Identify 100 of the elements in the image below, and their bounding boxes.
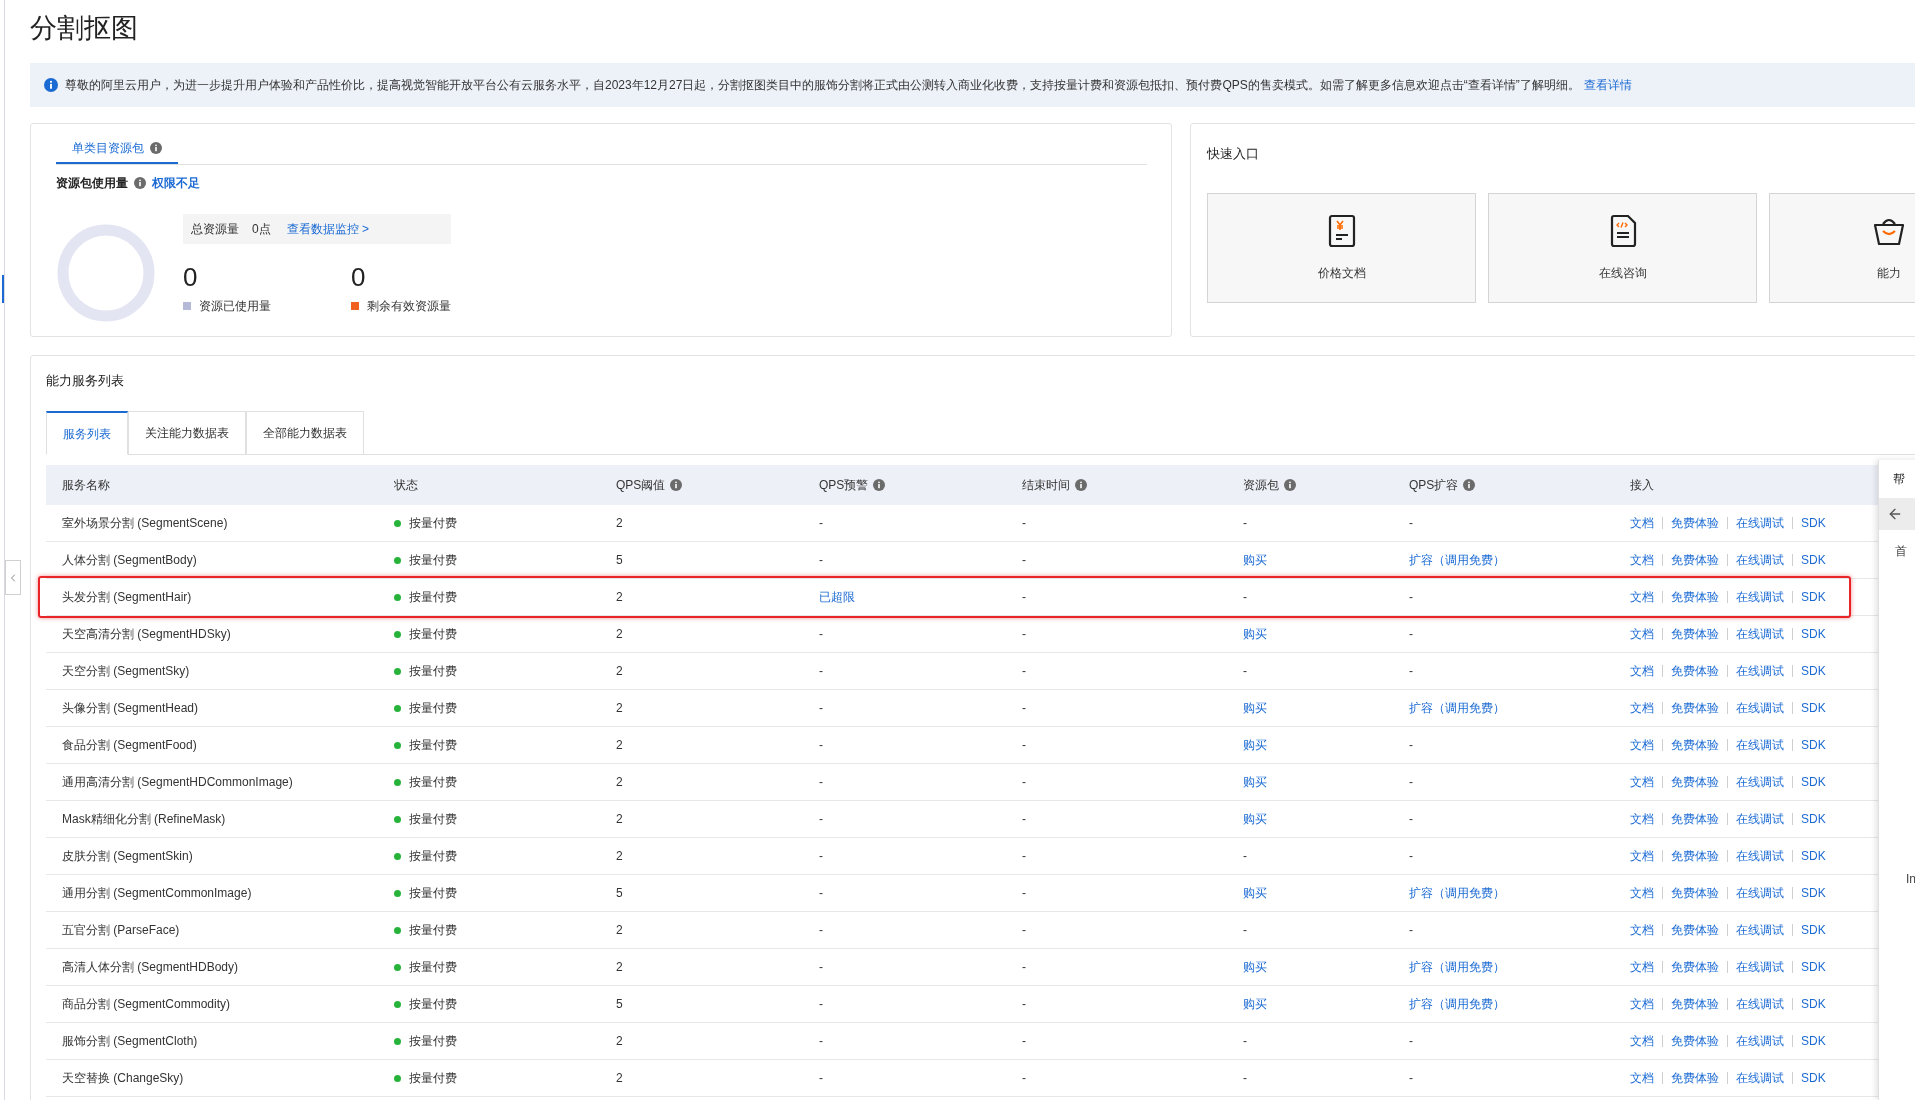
qps-expand-link[interactable]: 扩容（调用免费） [1409, 701, 1505, 715]
access-link[interactable]: 在线调试 [1727, 887, 1784, 899]
access-link[interactable]: SDK [1792, 813, 1826, 825]
access-link[interactable]: 文档 [1630, 554, 1654, 566]
access-link[interactable]: SDK [1792, 517, 1826, 529]
list-tab[interactable]: 服务列表 [46, 411, 128, 455]
access-link[interactable]: 在线调试 [1727, 961, 1784, 973]
access-link[interactable]: 文档 [1630, 739, 1654, 751]
monitor-link[interactable]: 查看数据监控 > [286, 220, 370, 238]
access-link[interactable]: SDK [1792, 850, 1826, 862]
access-link[interactable]: 文档 [1630, 813, 1654, 825]
access-link[interactable]: 免费体验 [1662, 776, 1719, 788]
qps-expand-link[interactable]: 扩容（调用免费） [1409, 553, 1505, 567]
access-link[interactable]: 在线调试 [1727, 813, 1784, 825]
access-link[interactable]: 在线调试 [1727, 665, 1784, 677]
access-link[interactable]: 免费体验 [1662, 665, 1719, 677]
help-home-link[interactable]: 首 [1879, 542, 1915, 560]
back-arrow-icon[interactable] [1887, 506, 1903, 522]
access-link[interactable]: SDK [1792, 1035, 1826, 1047]
access-link[interactable]: 免费体验 [1662, 1072, 1719, 1084]
access-link[interactable]: 免费体验 [1662, 961, 1719, 973]
access-link[interactable]: 在线调试 [1727, 850, 1784, 862]
access-link[interactable]: 文档 [1630, 924, 1654, 936]
access-link[interactable]: 文档 [1630, 628, 1654, 640]
access-link[interactable]: SDK [1792, 961, 1826, 973]
access-link[interactable]: 在线调试 [1727, 1035, 1784, 1047]
access-link[interactable]: SDK [1792, 554, 1826, 566]
access-link[interactable]: 在线调试 [1727, 628, 1784, 640]
resource-package: - [1243, 590, 1247, 604]
access-link[interactable]: 在线调试 [1727, 998, 1784, 1010]
quick-entry-tile[interactable]: 能力 [1769, 192, 1915, 303]
resource-package-link[interactable]: 购买 [1243, 812, 1267, 826]
access-link[interactable]: 在线调试 [1727, 554, 1784, 566]
access-link[interactable]: 免费体验 [1662, 887, 1719, 899]
access-link[interactable]: 免费体验 [1662, 554, 1719, 566]
qps-warning: - [819, 960, 823, 974]
resource-package: - [1243, 1071, 1247, 1085]
access-link[interactable]: 文档 [1630, 665, 1654, 677]
access-link[interactable]: 文档 [1630, 887, 1654, 899]
quick-entry-tile[interactable]: 价格文档 [1207, 192, 1476, 303]
access-link[interactable]: SDK [1792, 739, 1826, 751]
service-name: 商品分割 (SegmentCommodity) [62, 997, 231, 1011]
access-link[interactable]: 在线调试 [1727, 1072, 1784, 1084]
resource-tab[interactable]: 单类目资源包 [56, 133, 178, 164]
access-link[interactable]: 文档 [1630, 850, 1654, 862]
qps-expand-link[interactable]: 扩容（调用免费） [1409, 886, 1505, 900]
qps-expand-link[interactable]: 扩容（调用免费） [1409, 997, 1505, 1011]
access-link[interactable]: 在线调试 [1727, 924, 1784, 936]
access-link[interactable]: 文档 [1630, 1072, 1654, 1084]
resource-package-link[interactable]: 购买 [1243, 775, 1267, 789]
resource-package-link[interactable]: 购买 [1243, 960, 1267, 974]
access-link[interactable]: 免费体验 [1662, 850, 1719, 862]
access-link[interactable]: 在线调试 [1727, 517, 1784, 529]
access-link[interactable]: 在线调试 [1727, 591, 1784, 603]
access-link[interactable]: SDK [1792, 887, 1826, 899]
access-link[interactable]: 免费体验 [1662, 739, 1719, 751]
access-link[interactable]: 免费体验 [1662, 628, 1719, 640]
view-details-link[interactable]: 查看详情 [1583, 78, 1632, 92]
access-link[interactable]: SDK [1792, 776, 1826, 788]
service-name: 高清人体分割 (SegmentHDBody) [62, 960, 239, 974]
access-link[interactable]: 免费体验 [1662, 998, 1719, 1010]
access-link[interactable]: 文档 [1630, 591, 1654, 603]
resource-package-link[interactable]: 购买 [1243, 553, 1267, 567]
resource-package-link[interactable]: 购买 [1243, 886, 1267, 900]
access-link[interactable]: 在线调试 [1727, 776, 1784, 788]
permission-link[interactable]: 权限不足 [152, 174, 200, 192]
access-link[interactable]: 文档 [1630, 776, 1654, 788]
service-name: 食品分割 (SegmentFood) [62, 738, 197, 752]
resource-package-link[interactable]: 购买 [1243, 701, 1267, 715]
access-link[interactable]: SDK [1792, 998, 1826, 1010]
access-link[interactable]: 在线调试 [1727, 702, 1784, 714]
qps-value: 2 [616, 849, 623, 863]
qps-expand-link[interactable]: 扩容（调用免费） [1409, 960, 1505, 974]
qps-warning-link[interactable]: 已超限 [819, 590, 855, 604]
access-link[interactable]: 文档 [1630, 961, 1654, 973]
resource-package-link[interactable]: 购买 [1243, 997, 1267, 1011]
access-link[interactable]: SDK [1792, 591, 1826, 603]
access-link[interactable]: 免费体验 [1662, 517, 1719, 529]
end-time: - [1022, 997, 1026, 1011]
list-tab[interactable]: 全部能力数据表 [246, 411, 364, 455]
resource-package-link[interactable]: 购买 [1243, 738, 1267, 752]
list-tab[interactable]: 关注能力数据表 [128, 411, 246, 455]
access-link[interactable]: 免费体验 [1662, 924, 1719, 936]
access-link[interactable]: SDK [1792, 628, 1826, 640]
access-link[interactable]: SDK [1792, 924, 1826, 936]
access-link[interactable]: 文档 [1630, 998, 1654, 1010]
access-link[interactable]: 免费体验 [1662, 591, 1719, 603]
access-link[interactable]: 文档 [1630, 702, 1654, 714]
access-link[interactable]: SDK [1792, 1072, 1826, 1084]
access-link[interactable]: 免费体验 [1662, 702, 1719, 714]
resource-package: - [1243, 1034, 1247, 1048]
quick-entry-tile[interactable]: 在线咨询 [1488, 192, 1757, 303]
access-link[interactable]: 免费体验 [1662, 813, 1719, 825]
access-link[interactable]: 在线调试 [1727, 739, 1784, 751]
access-link[interactable]: 文档 [1630, 1035, 1654, 1047]
access-link[interactable]: SDK [1792, 702, 1826, 714]
access-link[interactable]: SDK [1792, 665, 1826, 677]
access-link[interactable]: 免费体验 [1662, 1035, 1719, 1047]
access-link[interactable]: 文档 [1630, 517, 1654, 529]
resource-package-link[interactable]: 购买 [1243, 627, 1267, 641]
